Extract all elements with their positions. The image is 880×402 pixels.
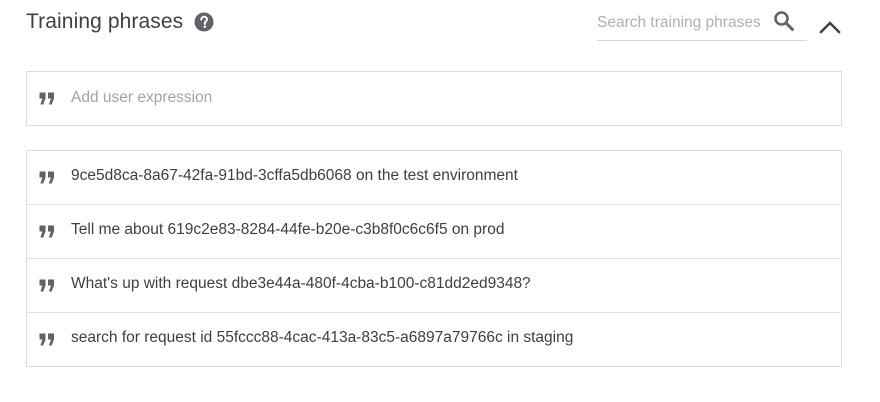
chevron-up-icon[interactable]: [818, 14, 842, 38]
quote-icon: [39, 92, 55, 106]
phrase-list: 9ce5d8ca-8a67-42fa-91bd-3cffa5db6068 on …: [26, 150, 842, 367]
search-field[interactable]: [597, 8, 807, 41]
phrase-text[interactable]: What's up with request dbe3e44a-480f-4cb…: [71, 275, 531, 293]
help-icon[interactable]: [194, 12, 214, 32]
list-item[interactable]: search for request id 55fccc88-4cac-413a…: [27, 313, 841, 366]
section-title: Training phrases: [26, 10, 184, 33]
quote-icon: [39, 333, 55, 347]
list-item[interactable]: 9ce5d8ca-8a67-42fa-91bd-3cffa5db6068 on …: [27, 151, 841, 205]
phrase-text[interactable]: search for request id 55fccc88-4cac-413a…: [71, 329, 573, 347]
search-input[interactable]: [597, 12, 769, 34]
search-icon[interactable]: [772, 9, 796, 33]
quote-icon: [39, 279, 55, 293]
list-item[interactable]: Tell me about 619c2e83-8284-44fe-b20e-c3…: [27, 205, 841, 259]
quote-icon: [39, 225, 55, 239]
phrase-text[interactable]: 9ce5d8ca-8a67-42fa-91bd-3cffa5db6068 on …: [71, 167, 518, 185]
add-user-expression[interactable]: [26, 71, 842, 126]
list-item[interactable]: What's up with request dbe3e44a-480f-4cb…: [27, 259, 841, 313]
phrase-text[interactable]: Tell me about 619c2e83-8284-44fe-b20e-c3…: [71, 221, 504, 239]
add-expression-input[interactable]: [71, 87, 771, 109]
quote-icon: [39, 171, 55, 185]
training-phrases-header: Training phrases: [26, 0, 842, 46]
